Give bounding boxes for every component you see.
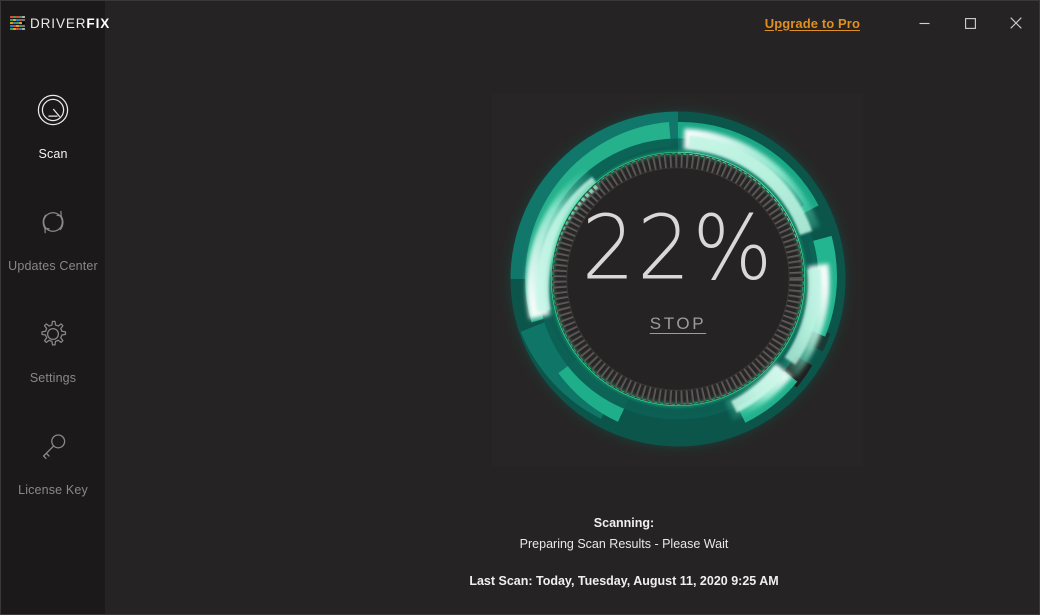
- driverfix-window: DRIVERFIX Scan Updates Center Settings L…: [0, 0, 1040, 615]
- gauge-scan-icon: [33, 90, 73, 130]
- key-icon: [33, 426, 73, 466]
- scanning-detail: Preparing Scan Results - Please Wait: [519, 537, 729, 551]
- sidebar-item-license-key[interactable]: License Key: [1, 405, 105, 517]
- sidebar-item-scan[interactable]: Scan: [1, 69, 105, 181]
- close-button[interactable]: [993, 8, 1039, 38]
- driverfix-logo-icon: [10, 15, 25, 31]
- sidebar-nav: Scan Updates Center Settings License Key: [1, 69, 105, 517]
- app-logo: DRIVERFIX: [1, 1, 109, 45]
- close-icon: [1009, 16, 1023, 30]
- sidebar-item-settings[interactable]: Settings: [1, 293, 105, 405]
- stop-scan-button[interactable]: STOP: [650, 314, 706, 334]
- sidebar-item-updates-center-label: Updates Center: [8, 258, 98, 273]
- sidebar: DRIVERFIX Scan Updates Center Settings L…: [1, 1, 109, 614]
- logo-text-light: DRIVER: [30, 15, 87, 31]
- titlebar: Upgrade to Pro: [105, 1, 1039, 45]
- scan-status: Scanning: Preparing Scan Results - Pleas…: [209, 513, 1039, 588]
- sidebar-item-scan-label: Scan: [38, 146, 68, 161]
- upgrade-to-pro-link[interactable]: Upgrade to Pro: [765, 16, 860, 31]
- scanning-label: Scanning:: [593, 516, 655, 530]
- scan-progress-ring: [488, 89, 868, 469]
- sidebar-item-license-key-label: License Key: [18, 482, 88, 497]
- main-content: Upgrade to Pro 22% STOP Scanning: Prepar…: [105, 1, 1039, 614]
- maximize-icon: [964, 17, 977, 30]
- sidebar-item-updates-center[interactable]: Updates Center: [1, 181, 105, 293]
- minimize-button[interactable]: [901, 8, 947, 38]
- last-scan-label: Last Scan: Today, Tuesday, August 11, 20…: [469, 574, 779, 588]
- app-logo-text: DRIVERFIX: [30, 16, 110, 31]
- maximize-button[interactable]: [947, 8, 993, 38]
- minimize-icon: [918, 17, 931, 30]
- gear-icon: [33, 314, 73, 354]
- refresh-circle-icon: [33, 202, 73, 242]
- sidebar-item-settings-label: Settings: [29, 370, 77, 385]
